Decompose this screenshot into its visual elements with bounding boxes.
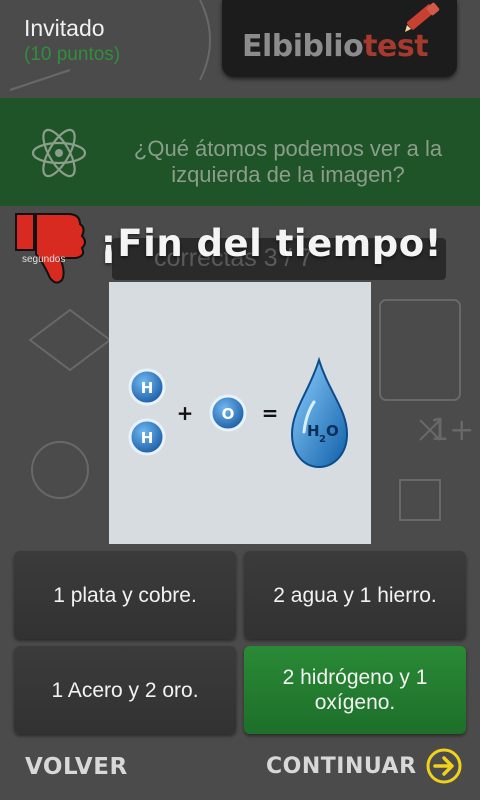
svg-text:O: O (222, 405, 235, 423)
continue-button[interactable]: CONTINUAR (266, 745, 466, 787)
user-info: Invitado (10 puntos) (24, 14, 184, 67)
thumb-caption: segundos (22, 254, 66, 265)
equals-sign: = (262, 401, 279, 425)
molecule-illustration: H H + O = H 2 O (128, 356, 349, 469)
oxygen-atom: O (209, 394, 247, 432)
answer-button-2[interactable]: 2 agua y 1 hierro. (244, 551, 466, 639)
question-text: ¿Qué átomos podemos ver a la izquierda d… (133, 136, 443, 187)
hydrogen-atom: H (128, 368, 166, 406)
svg-text:O: O (326, 422, 339, 440)
answer-button-3[interactable]: 1 Acero y 2 oro. (14, 646, 236, 734)
pencil-icon (405, 2, 440, 32)
question-banner: ¿Qué átomos podemos ver a la izquierda d… (0, 98, 480, 206)
svg-text:H: H (141, 379, 154, 397)
plus-sign: + (177, 401, 194, 425)
arrow-right-circle-icon (426, 748, 462, 784)
svg-text:2: 2 (319, 434, 326, 445)
answer-button-1[interactable]: 1 plata y cobre. (14, 551, 236, 639)
hydrogen-atom: H (128, 418, 166, 456)
answer-button-4-correct[interactable]: 2 hidrógeno y 1 oxígeno. (244, 646, 466, 734)
svg-text:H: H (141, 429, 154, 447)
thumbs-down-icon (15, 213, 86, 284)
user-name: Invitado (24, 15, 105, 41)
user-points: (10 puntos) (24, 44, 121, 65)
app-logo: Elbibliotest (222, 0, 457, 77)
question-image: H H + O = H 2 O (109, 282, 371, 544)
logo-text: Elbibliotest (242, 29, 429, 64)
water-drop-icon: H 2 O (290, 356, 349, 469)
continue-label: CONTINUAR (266, 753, 417, 779)
times-up-title: ¡Fin del tiempo! (100, 222, 442, 265)
atom-icon (31, 128, 87, 178)
back-button[interactable]: VOLVER (25, 754, 128, 780)
svg-text:H: H (307, 422, 320, 440)
logo-text-main: Elbiblio (242, 29, 364, 64)
svg-text:1+: 1+ (430, 413, 474, 448)
